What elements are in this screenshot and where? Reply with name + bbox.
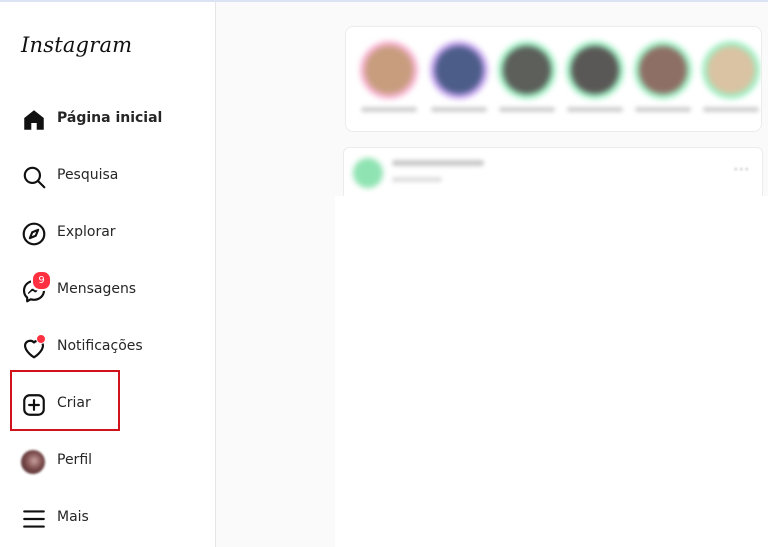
stories-tray [345, 26, 762, 132]
sidebar-item-label: Pesquisa [57, 167, 119, 183]
story-ring [498, 41, 556, 99]
sidebar-item-create[interactable]: Criar [12, 380, 202, 430]
story-item[interactable] [562, 41, 628, 121]
sidebar-item-home[interactable]: Página inicial [12, 95, 202, 145]
story-ring [566, 41, 624, 99]
story-username-blurred [703, 107, 759, 112]
story-username-blurred [499, 107, 555, 112]
post-author-name-blurred[interactable] [392, 160, 484, 166]
story-username-blurred [361, 107, 417, 112]
story-avatar [571, 46, 619, 94]
story-item[interactable] [630, 41, 696, 121]
post-header: ··· [343, 147, 763, 197]
sidebar-item-label: Explorar [57, 224, 116, 240]
sidebar-item-search[interactable]: Pesquisa [12, 152, 202, 202]
sidebar-item-more[interactable]: Mais [12, 494, 202, 544]
story-username-blurred [567, 107, 623, 112]
compass-icon [21, 221, 47, 247]
story-avatar [435, 46, 483, 94]
sidebar-item-profile[interactable]: Perfil [12, 437, 202, 487]
story-avatar [503, 46, 551, 94]
home-icon [21, 107, 47, 133]
sidebar-item-messages[interactable]: 9 Mensagens [12, 266, 202, 316]
story-ring [634, 41, 692, 99]
avatar [21, 450, 45, 474]
story-username-blurred [635, 107, 691, 112]
story-avatar [365, 46, 413, 94]
instagram-logo[interactable]: Instagram [21, 33, 132, 57]
story-ring [430, 41, 488, 99]
story-avatar [707, 46, 755, 94]
sidebar-item-explore[interactable]: Explorar [12, 209, 202, 259]
sidebar-item-notifications[interactable]: Notificações [12, 323, 202, 373]
sidebar-item-label: Perfil [57, 452, 93, 468]
story-item[interactable] [356, 41, 422, 121]
sidebar-item-label: Mensagens [57, 281, 137, 297]
feed: ··· [217, 2, 768, 547]
more-options-icon[interactable]: ··· [734, 162, 750, 178]
notification-dot [36, 334, 46, 344]
sidebar-item-label: Mais [57, 509, 89, 525]
post-subtitle-blurred [392, 177, 442, 182]
sidebar-item-label: Notificações [57, 338, 143, 354]
post-author-avatar[interactable] [353, 158, 383, 188]
story-item[interactable] [698, 41, 761, 121]
story-item[interactable] [426, 41, 492, 121]
search-icon [21, 164, 47, 190]
story-avatar [639, 46, 687, 94]
post-content [335, 196, 768, 547]
sidebar-item-label: Página inicial [57, 110, 163, 126]
sidebar-item-label: Criar [57, 395, 91, 411]
sidebar: Instagram Página inicial Pesquisa Explor… [0, 2, 216, 547]
story-username-blurred [431, 107, 487, 112]
hamburger-menu-icon [21, 506, 47, 532]
unread-messages-badge: 9 [31, 270, 52, 291]
story-item[interactable] [494, 41, 560, 121]
story-ring [702, 41, 760, 99]
plus-square-icon [21, 392, 47, 418]
story-ring [360, 41, 418, 99]
